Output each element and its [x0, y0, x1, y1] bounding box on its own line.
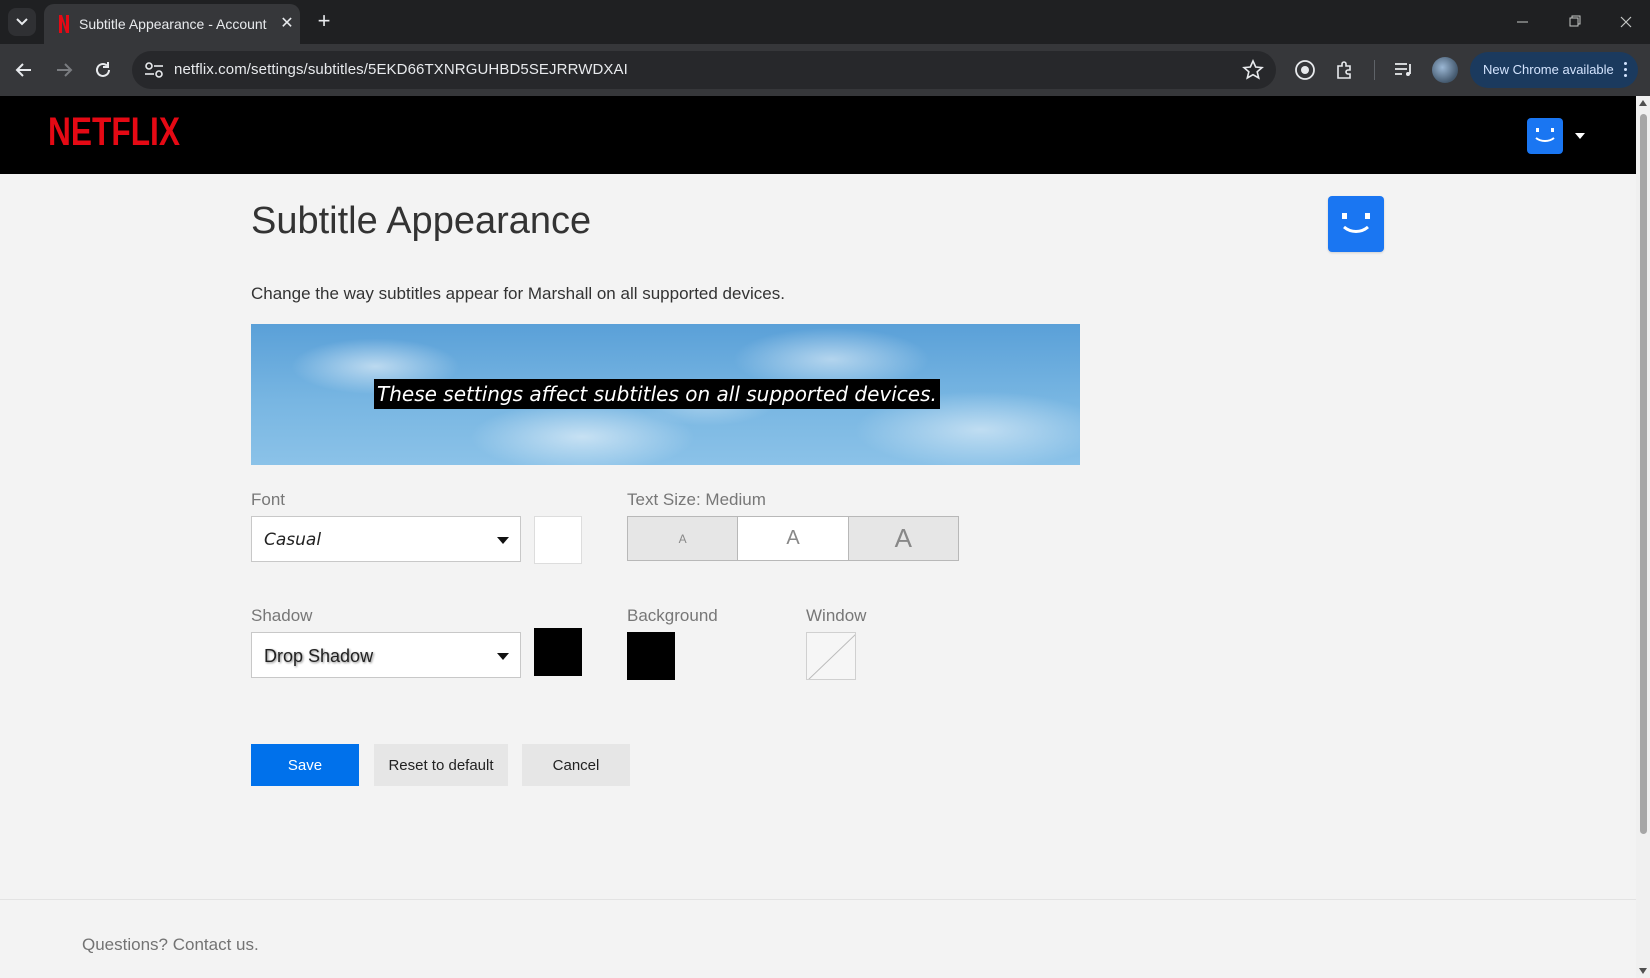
- intro-text: Change the way subtitles appear for Mars…: [251, 284, 785, 303]
- browser-toolbar: netflix.com/settings/subtitles/5EKD66TXN…: [0, 44, 1650, 96]
- shadow-label: Shadow: [251, 606, 313, 625]
- address-bar[interactable]: netflix.com/settings/subtitles/5EKD66TXN…: [132, 51, 1276, 89]
- scroll-thumb[interactable]: [1640, 114, 1647, 834]
- browser-tabstrip: Subtitle Appearance - Account ✕ +: [0, 0, 1650, 44]
- font-select-value: Casual: [264, 530, 322, 550]
- window-color-swatch[interactable]: [806, 632, 856, 680]
- contact-us-link[interactable]: Contact us.: [173, 935, 259, 954]
- star-icon[interactable]: [1242, 59, 1264, 81]
- new-chrome-available-button[interactable]: New Chrome available: [1470, 52, 1638, 88]
- page-scrollbar[interactable]: [1636, 96, 1650, 978]
- url-text[interactable]: netflix.com/settings/subtitles/5EKD66TXN…: [174, 61, 628, 78]
- update-label: New Chrome available: [1483, 62, 1614, 77]
- smiley-icon: [1342, 213, 1370, 233]
- text-size-label: Text Size: Medium: [627, 490, 766, 509]
- kebab-icon: [1624, 60, 1628, 80]
- page-title: Subtitle Appearance: [251, 200, 592, 242]
- forward-icon[interactable]: [50, 56, 78, 84]
- background-color-swatch[interactable]: [627, 632, 675, 680]
- netflix-header: NETFLIX: [0, 96, 1636, 174]
- new-tab-plus-icon[interactable]: +: [310, 8, 338, 36]
- back-icon[interactable]: [10, 56, 38, 84]
- font-label: Font: [251, 490, 286, 509]
- reload-icon[interactable]: [89, 56, 117, 84]
- tab-title: Subtitle Appearance - Account: [79, 16, 267, 32]
- smiley-icon: [1535, 128, 1555, 142]
- site-info-icon[interactable]: [144, 61, 164, 79]
- footer-divider: [0, 899, 1636, 900]
- footer-questions-text: Questions?: [82, 935, 173, 954]
- puzzle-icon[interactable]: [1332, 57, 1358, 83]
- chevron-down-icon: [497, 537, 509, 544]
- close-window-icon[interactable]: [1606, 8, 1646, 36]
- subtitle-preview: These settings affect subtitles on all s…: [251, 324, 1080, 465]
- toolbar-separator: [1374, 60, 1375, 80]
- profile-avatar: [1328, 196, 1384, 252]
- chevron-down-icon: [16, 18, 28, 26]
- reset-to-default-button[interactable]: Reset to default: [374, 744, 508, 786]
- extension-icon[interactable]: [1292, 57, 1318, 83]
- window-label: Window: [806, 606, 867, 625]
- chrome-profile-avatar[interactable]: [1432, 57, 1458, 83]
- text-size-small-button[interactable]: A: [628, 517, 739, 560]
- minimize-icon[interactable]: [1503, 8, 1543, 36]
- page-content: NETFLIX Subtitle Appearance Change the w…: [0, 96, 1636, 978]
- font-select[interactable]: Casual: [251, 516, 521, 562]
- background-label: Background: [627, 606, 718, 625]
- shadow-select-value: Drop Shadow: [264, 646, 374, 666]
- scroll-down-arrow-icon[interactable]: [1639, 968, 1647, 974]
- footer: Questions? Contact us.: [82, 935, 259, 955]
- shadow-color-swatch[interactable]: [534, 628, 582, 676]
- media-icon[interactable]: [1391, 57, 1417, 83]
- text-size-large-button[interactable]: A: [848, 517, 958, 560]
- no-color-icon: [808, 634, 855, 679]
- text-size-medium-button[interactable]: A: [738, 517, 849, 560]
- tab-search-button[interactable]: [8, 8, 36, 36]
- netflix-favicon: [59, 15, 69, 33]
- header-profile-avatar[interactable]: [1527, 118, 1563, 154]
- chevron-down-icon: [497, 653, 509, 660]
- text-size-selector: A A A: [627, 516, 959, 561]
- save-button[interactable]: Save: [251, 744, 359, 786]
- netflix-logo[interactable]: NETFLIX: [48, 112, 182, 150]
- svg-text:NETFLIX: NETFLIX: [48, 112, 180, 150]
- cancel-button[interactable]: Cancel: [522, 744, 630, 786]
- restore-icon[interactable]: [1555, 8, 1595, 36]
- preview-subtitle-text: These settings affect subtitles on all s…: [374, 379, 940, 409]
- browser-tab-active[interactable]: Subtitle Appearance - Account ✕: [44, 4, 300, 44]
- caret-down-icon[interactable]: [1575, 133, 1585, 139]
- font-color-swatch[interactable]: [534, 516, 582, 564]
- tab-close-icon[interactable]: ✕: [276, 13, 298, 35]
- scroll-up-arrow-icon[interactable]: [1639, 100, 1647, 106]
- shadow-select[interactable]: Drop Shadow: [251, 632, 521, 678]
